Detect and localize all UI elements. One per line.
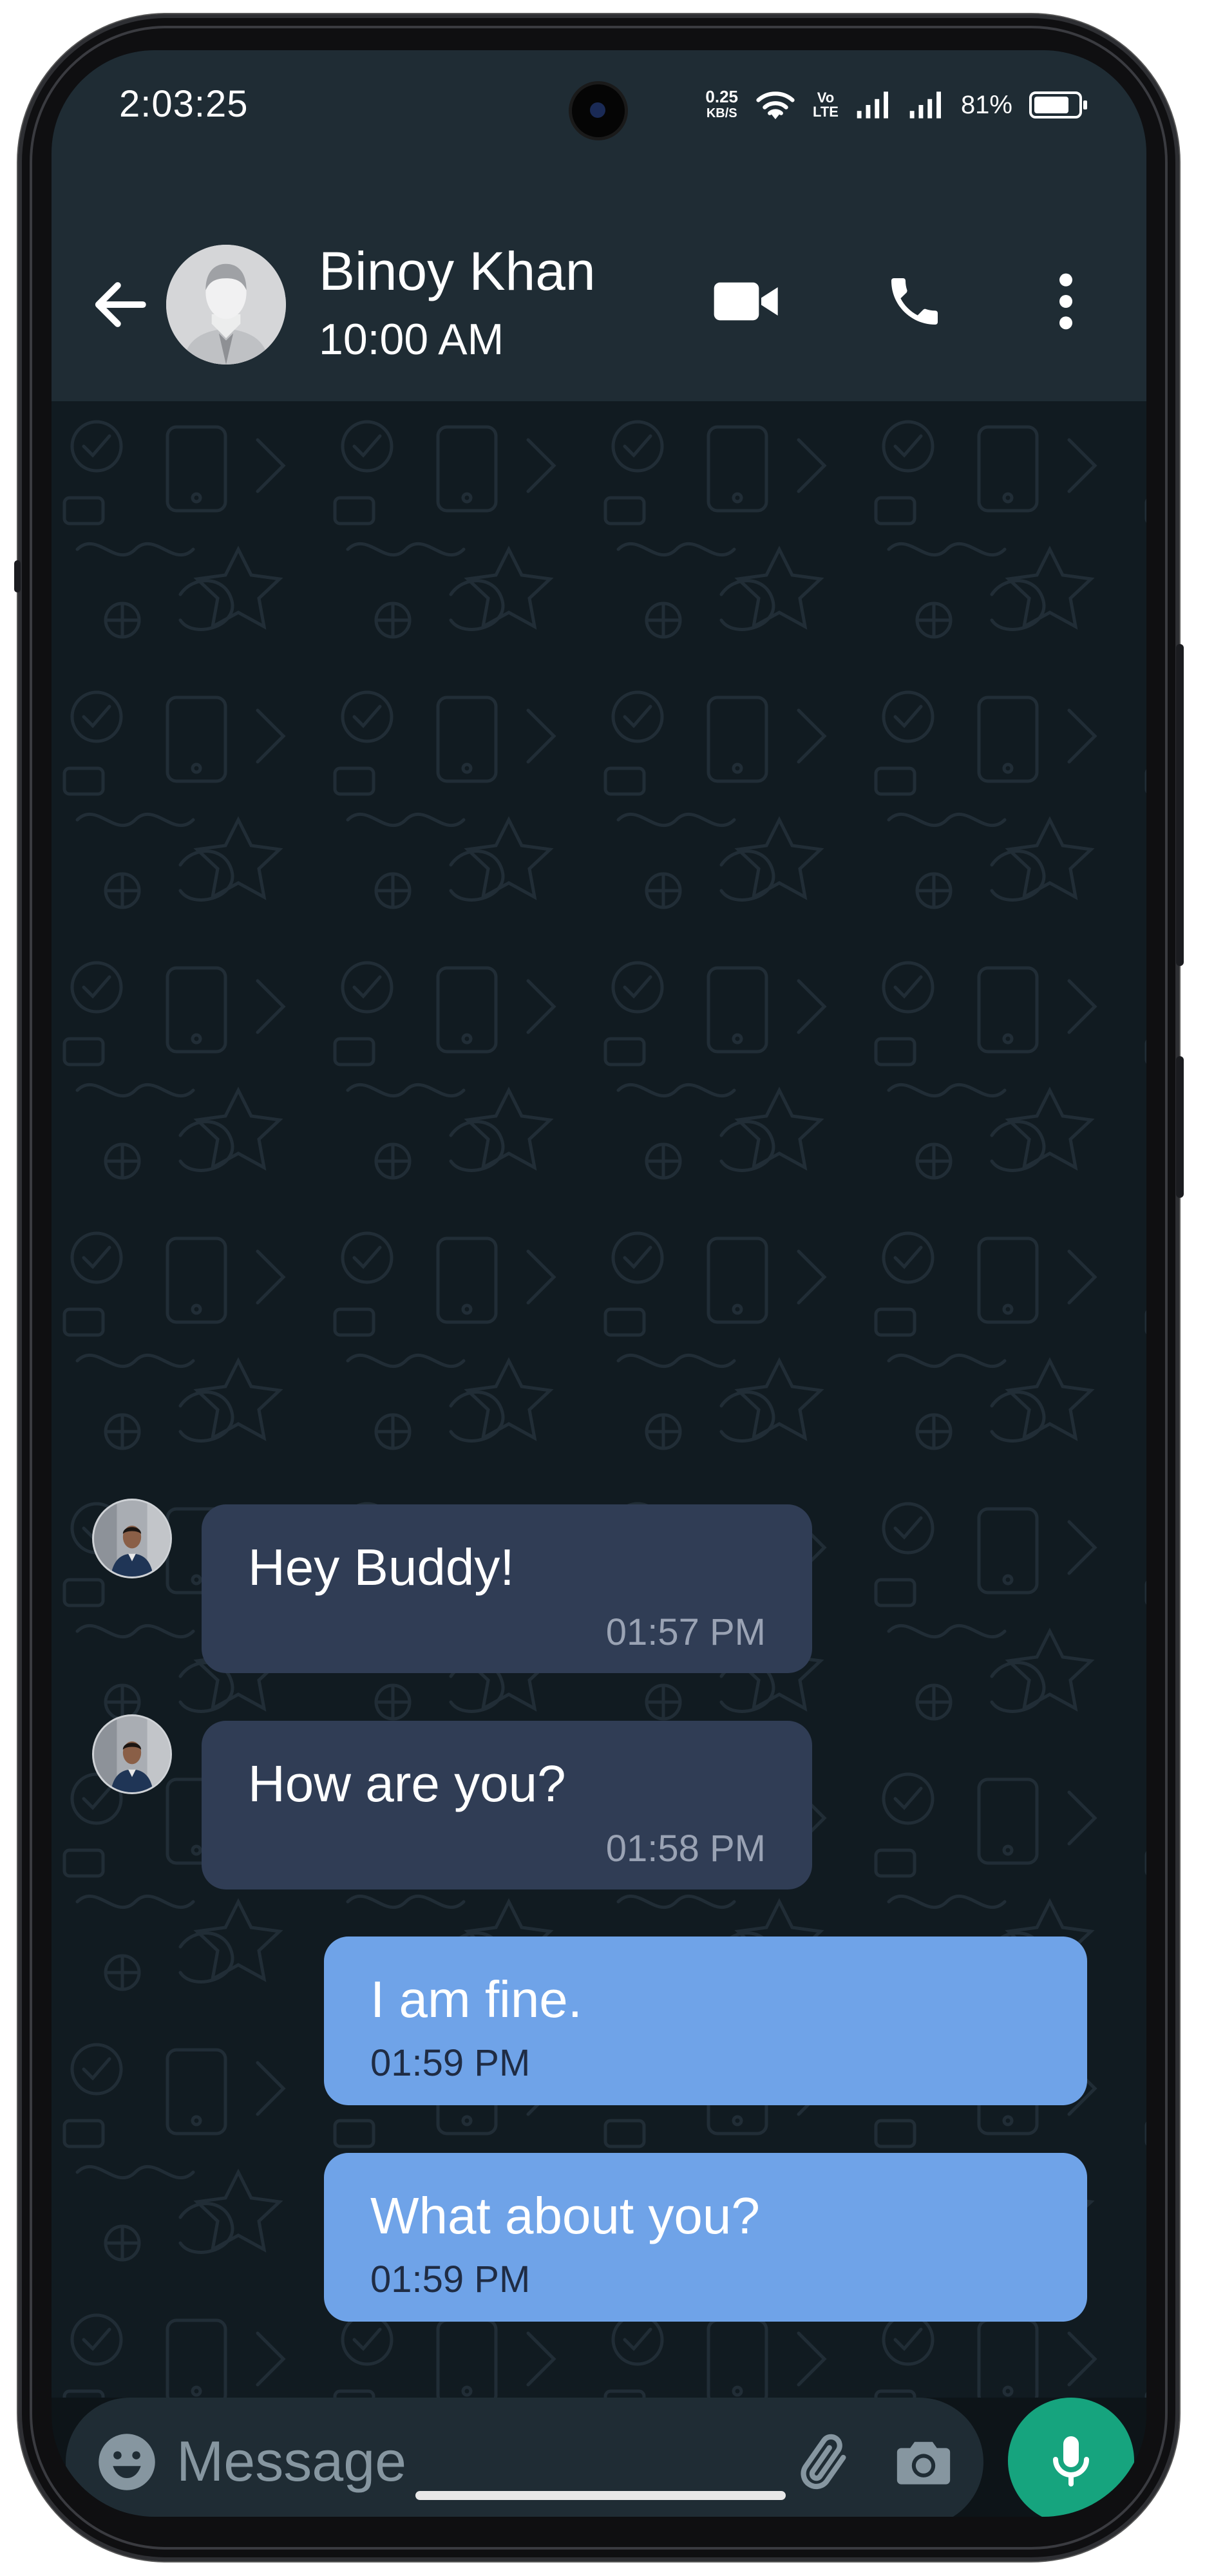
emoji-icon [99,2434,155,2490]
sender-avatar[interactable] [94,1501,170,1577]
volume-button [1176,1056,1184,1198]
message-time: 01:59 PM [370,2042,531,2084]
volte-icon: Vo LTE [813,90,839,120]
emoji-button[interactable] [95,2430,159,2494]
status-time: 2:03:25 [119,83,249,125]
status-indicators: 0.25 KB/S Vo LTE 81% [705,82,1087,128]
back-arrow-icon [95,282,146,327]
video-call-icon [714,282,778,321]
message-bubble-incoming[interactable]: Hey Buddy! 01:57 PM [202,1504,812,1673]
battery-level [1034,97,1069,113]
more-options-button[interactable] [1024,260,1108,343]
default-avatar-icon [166,245,286,365]
message-text: How are you? [248,1755,566,1812]
message-text: I am fine. [370,1971,583,2028]
chat-area[interactable]: Hey Buddy! 01:57 PM How are you? 01:58 P… [52,401,1146,2398]
message-text: Hey Buddy! [248,1539,515,1596]
signal-icon [857,91,888,118]
voice-call-icon [891,278,938,325]
voice-call-button[interactable] [873,260,956,343]
wifi-icon [756,91,795,120]
net-speed: 0.25 KB/S [705,87,739,120]
battery-icon [1029,91,1087,118]
camera-button[interactable] [890,2429,957,2496]
sender-photo [94,1501,170,1577]
home-indicator[interactable] [415,2491,786,2500]
video-call-button[interactable] [705,260,789,343]
back-button[interactable] [81,269,158,340]
attach-button[interactable] [792,2429,859,2496]
voice-message-button[interactable] [1008,2398,1134,2517]
mic-icon [1053,2436,1089,2486]
contact-avatar[interactable] [166,245,286,365]
front-camera [572,84,625,137]
message-text: What about you? [370,2187,760,2244]
signal-icon [909,91,941,118]
status-bar: 2:03:25 0.25 KB/S Vo LTE 81% [52,50,1146,208]
message-time: 01:57 PM [605,1611,766,1653]
side-key [14,560,21,592]
camera-icon [897,2441,951,2485]
message-input[interactable] [175,2422,757,2501]
message-time: 01:59 PM [370,2259,531,2300]
message-time: 01:58 PM [605,1828,766,1870]
more-vert-icon [1059,273,1072,330]
attach-icon [801,2434,846,2490]
sender-avatar[interactable] [94,1716,170,1792]
contact-name[interactable]: Binoy Khan [319,240,596,303]
chat-header: Binoy Khan 10:00 AM [52,208,1146,401]
sender-photo [94,1716,170,1792]
message-bubble-incoming[interactable]: How are you? 01:58 PM [202,1721,812,1889]
message-bubble-outgoing[interactable]: I am fine. 01:59 PM [324,1937,1087,2105]
power-button [1176,644,1184,966]
phone-screen: 2:03:25 0.25 KB/S Vo LTE 81% Binoy Khan … [52,50,1146,2517]
battery-percent: 81% [960,90,1012,119]
message-bubble-outgoing[interactable]: What about you? 01:59 PM [324,2153,1087,2322]
contact-last-seen: 10:00 AM [319,315,504,364]
